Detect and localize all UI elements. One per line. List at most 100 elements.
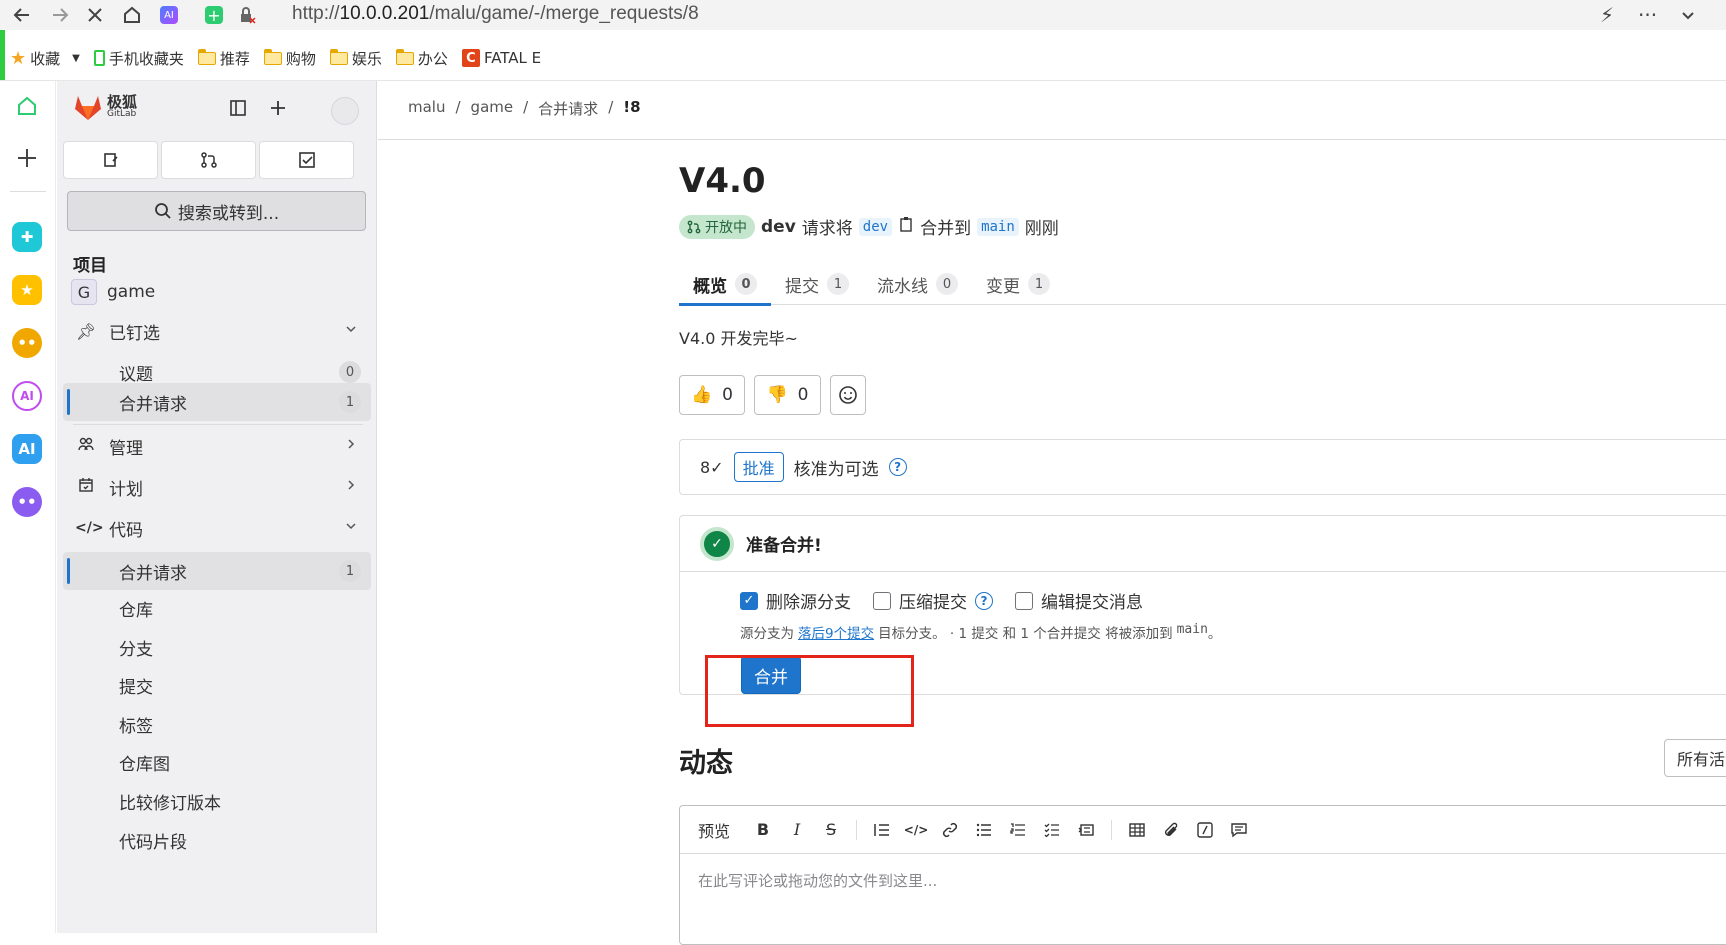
help-icon[interactable]: ? — [888, 458, 907, 476]
sidebar-item-repository[interactable]: 仓库 — [63, 589, 371, 627]
home-icon[interactable] — [122, 4, 142, 26]
sidebar-item-merge-requests-pinned[interactable]: 合并请求 1 — [63, 383, 371, 421]
ai-assistant-icon[interactable]: AI — [160, 4, 178, 26]
bookmark-folder-entertainment[interactable]: 娱乐 — [329, 48, 382, 69]
chat-bot-app-icon[interactable]: •• — [12, 487, 42, 517]
italic-icon[interactable]: I — [782, 815, 812, 845]
table-icon[interactable] — [1122, 815, 1152, 845]
tab-commits[interactable]: 提交 1 — [771, 263, 863, 305]
insecure-lock-icon[interactable] — [238, 4, 256, 26]
tab-overview[interactable]: 概览 0 — [679, 263, 771, 306]
back-icon[interactable] — [12, 4, 32, 26]
target-branch[interactable]: main — [977, 217, 1019, 236]
folder-icon — [263, 48, 282, 65]
secure-extension-icon[interactable]: + — [205, 4, 223, 26]
merge-requests-shortcut[interactable] — [161, 141, 256, 179]
comment-textarea[interactable]: 在此写评论或拖动您的文件到这里... — [698, 870, 937, 891]
sidebar-item-plan[interactable]: 计划 — [63, 468, 371, 506]
issue-icon — [103, 153, 118, 167]
sidebar-toggle-icon[interactable] — [227, 97, 249, 119]
sidebar-item-pinned[interactable]: 📌︎ 已钉选 — [63, 312, 371, 350]
breadcrumb-merge-requests[interactable]: 合并请求 — [538, 98, 598, 119]
strikethrough-icon[interactable]: S — [816, 815, 846, 845]
stop-icon[interactable] — [86, 4, 104, 26]
robot-app-icon[interactable]: •• — [12, 328, 42, 358]
ai-chat-app-icon[interactable]: AI — [12, 434, 42, 464]
sidebar-item-merge-requests[interactable]: 合并请求 1 — [63, 552, 371, 590]
breadcrumb-user[interactable]: malu — [408, 98, 445, 119]
tab-pipelines[interactable]: 流水线 0 — [863, 263, 972, 305]
bullet-list-icon[interactable] — [969, 815, 999, 845]
gitlab-logo[interactable]: 极狐 GitLab — [73, 93, 137, 121]
forward-icon[interactable] — [50, 4, 70, 26]
link-icon[interactable] — [935, 815, 965, 845]
sidebar-item-repository-graph[interactable]: 仓库图 — [63, 743, 371, 781]
star-app-icon[interactable]: ★ — [12, 275, 42, 305]
quote-icon[interactable] — [867, 815, 897, 845]
timestamp: 刚刚 — [1024, 219, 1059, 239]
preview-tab[interactable]: 预览 — [698, 818, 730, 842]
sidebar-item-compare[interactable]: 比较修订版本 — [63, 782, 371, 820]
copy-branch-icon[interactable] — [898, 216, 914, 237]
search-button[interactable]: 搜索或转到... — [67, 191, 366, 231]
numbered-list-icon[interactable] — [1003, 815, 1033, 845]
thumbs-up-button[interactable]: 👍 0 — [679, 375, 745, 415]
breadcrumb-current[interactable]: !8 — [623, 98, 640, 119]
sidebar-item-code[interactable]: </> 代码 — [63, 509, 371, 547]
calendar-icon — [75, 477, 97, 497]
collapsible-icon[interactable] — [1071, 815, 1101, 845]
address-bar[interactable]: http://10.0.0.201/malu/game/-/merge_requ… — [292, 3, 699, 25]
more-icon[interactable]: ··· — [1638, 3, 1657, 27]
translate-app-icon[interactable]: ✚ — [12, 222, 42, 252]
folder-icon — [197, 48, 216, 65]
highlight-box — [705, 655, 914, 727]
edit-message-checkbox[interactable] — [1015, 591, 1033, 610]
sidebar-item-branches[interactable]: 分支 — [63, 628, 371, 666]
sidebar-project-game[interactable]: G game — [63, 273, 371, 311]
activity-title: 动态 — [679, 748, 733, 779]
chevron-down-icon — [345, 520, 357, 536]
user-avatar[interactable] — [331, 97, 359, 125]
chevron-right-icon — [345, 479, 357, 495]
bookmark-fatal[interactable]: C FATAL E — [461, 49, 541, 67]
code-icon[interactable]: </> — [901, 815, 931, 845]
sidebar-item-commits[interactable]: 提交 — [63, 666, 371, 704]
bold-icon[interactable]: B — [748, 815, 778, 845]
approval-widget: 8✓ 批准 核准为可选 ? — [679, 439, 1726, 495]
author-link[interactable]: dev — [761, 217, 796, 237]
sidebar-divider — [73, 424, 363, 425]
todos-shortcut[interactable] — [259, 141, 354, 179]
approve-button[interactable]: 批准 — [733, 452, 784, 482]
bookmark-folder-office[interactable]: 办公 — [395, 48, 448, 69]
ai-app-icon[interactable]: AI — [12, 381, 42, 411]
bookmark-favorites[interactable]: ★ 收藏 ▼ — [10, 48, 80, 69]
activity-filter-dropdown[interactable]: 所有活动 — [1664, 739, 1726, 777]
bookmark-folder-shopping[interactable]: 购物 — [263, 48, 316, 69]
delete-source-checkbox[interactable]: ✓ — [740, 591, 758, 610]
lightning-icon[interactable]: ⚡ — [1600, 3, 1614, 27]
sidebar-item-manage[interactable]: 管理 — [63, 427, 371, 465]
bookmark-bar: ★ 收藏 ▼ 手机收藏夹 推荐 购物 娱乐 办公 C FATAL E — [0, 40, 1726, 76]
squash-checkbox[interactable] — [873, 591, 891, 610]
add-reaction-button[interactable] — [830, 375, 866, 415]
tab-changes[interactable]: 变更 1 — [972, 263, 1064, 305]
add-icon[interactable] — [12, 143, 42, 173]
attachment-icon[interactable] — [1156, 815, 1186, 845]
task-list-icon[interactable] — [1037, 815, 1067, 845]
help-icon[interactable]: ? — [975, 591, 993, 610]
create-new-icon[interactable] — [267, 97, 289, 119]
chevron-down-icon[interactable] — [1680, 4, 1696, 26]
comment-template-icon[interactable] — [1224, 815, 1254, 845]
app-rail: ✚ ★ •• AI AI •• — [0, 81, 56, 933]
source-branch[interactable]: dev — [858, 217, 893, 236]
sidebar-item-tags[interactable]: 标签 — [63, 705, 371, 743]
breadcrumb-project[interactable]: game — [471, 98, 514, 119]
bookmark-mobile[interactable]: 手机收藏夹 — [93, 48, 184, 69]
home-icon[interactable] — [12, 91, 42, 121]
slash-command-icon[interactable] — [1190, 815, 1220, 845]
thumbs-down-button[interactable]: 👎 0 — [754, 375, 821, 415]
behind-commits-link[interactable]: 落后9个提交 — [798, 622, 874, 642]
issues-shortcut[interactable] — [63, 141, 158, 179]
bookmark-folder-recommend[interactable]: 推荐 — [197, 48, 250, 69]
sidebar-item-snippets[interactable]: 代码片段 — [63, 821, 371, 859]
